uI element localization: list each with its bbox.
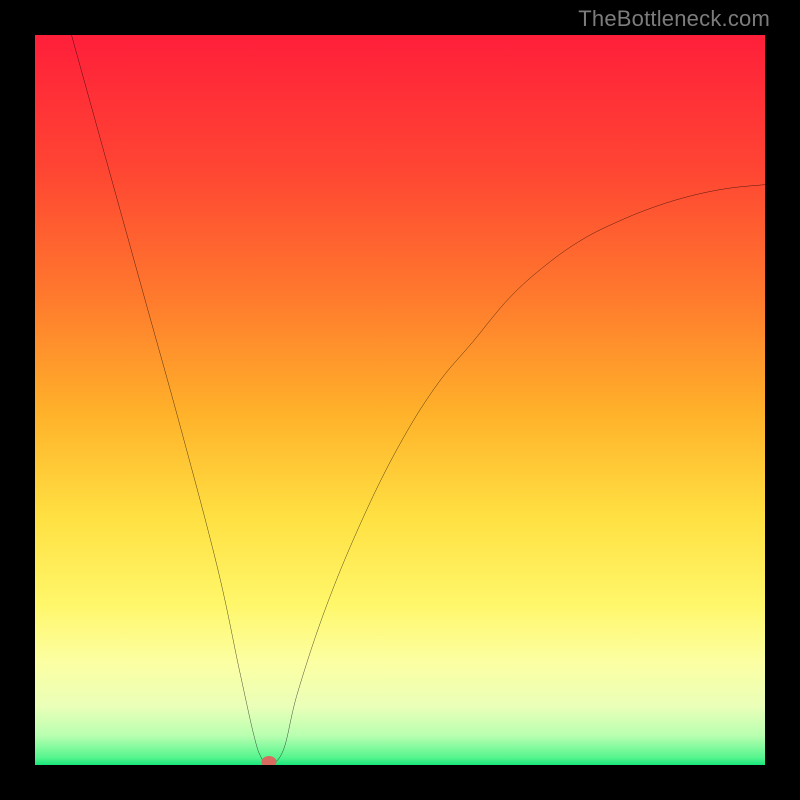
watermark-text: TheBottleneck.com [578,6,770,32]
chart-frame: TheBottleneck.com [0,0,800,800]
optimum-marker [261,756,276,765]
bottleneck-curve [35,35,765,765]
plot-area [35,35,765,765]
